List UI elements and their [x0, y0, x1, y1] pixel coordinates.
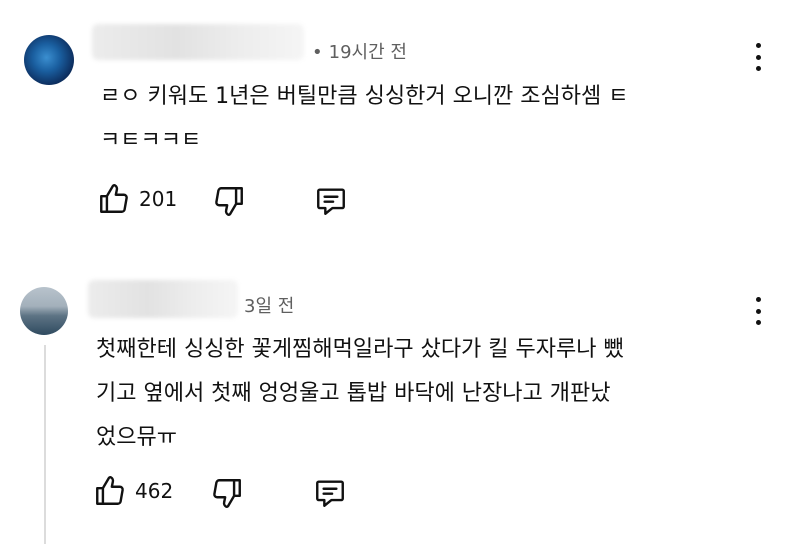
thread-line — [44, 345, 46, 544]
like-button[interactable]: 462 — [93, 474, 173, 508]
comment-timestamp: 3일 전 — [244, 296, 295, 317]
thumbs-down-icon — [213, 479, 241, 508]
like-count: 462 — [135, 479, 174, 503]
thumbs-up-icon — [96, 476, 124, 505]
comment-text: 첫째한테 싱싱한 꽃게찜해먹일라구 샀다가 킬 두자루나 뺐 기고 옆에서 첫째… — [96, 328, 624, 460]
comment-text-line: 첫째한테 싱싱한 꽃게찜해먹일라구 샀다가 킬 두자루나 뺐 — [96, 337, 624, 362]
reply-button[interactable] — [313, 476, 347, 510]
comment-text-line: 기고 옆에서 첫째 엉엉울고 톱밥 바닥에 난장나고 개판났 — [96, 381, 611, 406]
author-name-redacted[interactable] — [88, 280, 238, 318]
more-vertical-icon[interactable] — [750, 297, 766, 325]
avatar[interactable] — [20, 287, 68, 335]
comments-panel: • 19시간 전 ㄹㅇ 키워도 1년은 버틸만큼 싱싱한거 오니깐 조심하셈 ㅌ … — [0, 0, 800, 544]
reply-icon — [316, 480, 344, 507]
comment-text-line: 었으뮤ㅠ — [96, 425, 177, 450]
comment-item: 3일 전 첫째한테 싱싱한 꽃게찜해먹일라구 샀다가 킬 두자루나 뺐 기고 옆… — [0, 0, 800, 544]
dislike-button[interactable] — [210, 476, 244, 510]
